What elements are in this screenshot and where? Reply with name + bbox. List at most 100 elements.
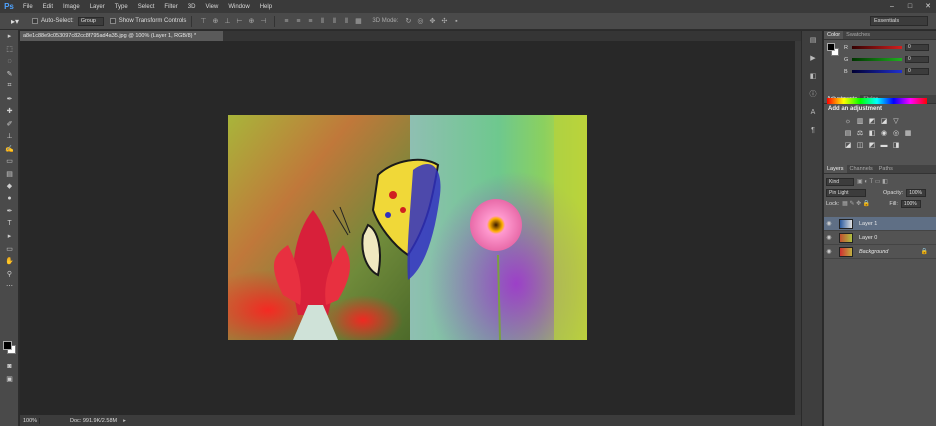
visibility-eye-icon[interactable]: ◉: [824, 248, 834, 255]
menu-help[interactable]: Help: [255, 4, 277, 10]
align-bottom-icon[interactable]: ⊥: [222, 17, 232, 26]
3d-slide-icon[interactable]: ✣: [439, 17, 449, 26]
auto-select-dropdown[interactable]: Group: [77, 16, 104, 26]
menu-file[interactable]: File: [18, 4, 38, 10]
fill-input[interactable]: 100%: [900, 199, 921, 208]
shape-tool-icon[interactable]: ▭: [0, 243, 19, 256]
close-button[interactable]: ✕: [924, 3, 932, 11]
workspace-dropdown[interactable]: Essentials: [870, 16, 928, 26]
maximize-button[interactable]: □: [906, 3, 914, 11]
layer-row[interactable]: ◉ Background 🔒: [824, 245, 936, 259]
exposure-icon[interactable]: ◪: [880, 118, 888, 126]
menu-edit[interactable]: Edit: [38, 4, 58, 10]
pen-tool-icon[interactable]: ✒: [0, 205, 19, 218]
brightness-icon[interactable]: ☼: [844, 118, 852, 126]
foreground-color-swatch[interactable]: [3, 341, 12, 350]
layer-filter-icons[interactable]: ▣ ◐ T ▭ ◧: [857, 178, 888, 185]
opacity-input[interactable]: 100%: [906, 188, 927, 197]
zoom-level[interactable]: 100%: [20, 417, 40, 424]
tab-layers[interactable]: Layers: [824, 165, 847, 173]
menu-layer[interactable]: Layer: [85, 4, 110, 10]
posterize-icon[interactable]: ◫: [856, 142, 864, 150]
3d-rotate-icon[interactable]: ↻: [403, 17, 413, 26]
menu-type[interactable]: Type: [110, 4, 133, 10]
quick-select-tool-icon[interactable]: ✎: [0, 68, 19, 81]
selective-color-icon[interactable]: ◨: [892, 142, 900, 150]
layer-row[interactable]: ◉ Layer 1: [824, 217, 936, 231]
3d-pan-icon[interactable]: ✥: [427, 17, 437, 26]
panel-foreground-color[interactable]: [827, 43, 835, 51]
tab-channels[interactable]: Channels: [847, 165, 876, 173]
lasso-tool-icon[interactable]: ◌: [0, 55, 19, 68]
visibility-eye-icon[interactable]: ◉: [824, 220, 834, 227]
crop-tool-icon[interactable]: ⌗: [0, 80, 19, 93]
align-left-icon[interactable]: ⊢: [234, 17, 244, 26]
lock-icons[interactable]: ▦ ✎ ✥ 🔒: [842, 200, 870, 207]
black-white-icon[interactable]: ◧: [868, 130, 876, 138]
menu-image[interactable]: Image: [58, 4, 85, 10]
type-tool-icon[interactable]: T: [0, 218, 19, 231]
paragraph-panel-icon[interactable]: ¶: [802, 121, 824, 139]
hand-tool-icon[interactable]: ✋: [0, 255, 19, 268]
threshold-icon[interactable]: ◩: [868, 142, 876, 150]
tab-swatches[interactable]: Swatches: [843, 31, 873, 39]
tab-paths[interactable]: Paths: [876, 165, 896, 173]
align-hcenter-icon[interactable]: ⊕: [246, 17, 256, 26]
menu-select[interactable]: Select: [133, 4, 160, 10]
zoom-tool-icon[interactable]: ⚲: [0, 268, 19, 281]
info-panel-icon[interactable]: ⓘ: [802, 85, 824, 103]
distribute-bottom-icon[interactable]: ≡: [305, 17, 315, 26]
levels-icon[interactable]: ▥: [856, 118, 864, 126]
eraser-tool-icon[interactable]: ▭: [0, 155, 19, 168]
move-tool-icon[interactable]: ▸: [0, 30, 19, 43]
3d-scale-icon[interactable]: ▪: [451, 17, 461, 26]
align-right-icon[interactable]: ⊣: [258, 17, 268, 26]
clone-stamp-tool-icon[interactable]: ⊥: [0, 130, 19, 143]
properties-panel-icon[interactable]: ◧: [802, 67, 824, 85]
green-value-input[interactable]: 0: [905, 56, 929, 63]
distribute-right-icon[interactable]: ⦀: [341, 17, 351, 26]
history-brush-tool-icon[interactable]: ✍: [0, 143, 19, 156]
menu-window[interactable]: Window: [223, 4, 254, 10]
minimize-button[interactable]: –: [888, 3, 896, 11]
character-panel-icon[interactable]: A: [802, 103, 824, 121]
distribute-vcenter-icon[interactable]: ≡: [293, 17, 303, 26]
menu-3d[interactable]: 3D: [183, 4, 201, 10]
brush-tool-icon[interactable]: ✐: [0, 118, 19, 131]
hue-saturation-icon[interactable]: ▤: [844, 130, 852, 138]
red-slider[interactable]: [852, 46, 902, 49]
document-tab[interactable]: a8e1c88e9c053097c82cc8f795ad4a35.jpg @ 1…: [20, 31, 223, 41]
blue-value-input[interactable]: 0: [905, 68, 929, 75]
channel-mixer-icon[interactable]: ◎: [892, 130, 900, 138]
menu-filter[interactable]: Filter: [159, 4, 182, 10]
document-image[interactable]: [228, 115, 587, 340]
3d-roll-icon[interactable]: ◎: [415, 17, 425, 26]
quick-mask-icon[interactable]: ◙: [0, 360, 19, 373]
layer-filter-dropdown[interactable]: Kind: [826, 177, 854, 186]
show-transform-checkbox[interactable]: [109, 18, 116, 24]
path-select-tool-icon[interactable]: ▸: [0, 230, 19, 243]
auto-align-icon[interactable]: ▦: [353, 17, 363, 26]
blur-tool-icon[interactable]: ◆: [0, 180, 19, 193]
gradient-map-icon[interactable]: ▬: [880, 142, 888, 150]
distribute-left-icon[interactable]: ⦀: [317, 17, 327, 26]
visibility-eye-icon[interactable]: ◉: [824, 234, 834, 241]
move-tool-preset-icon[interactable]: ▸▾: [4, 15, 26, 28]
vibrance-icon[interactable]: ▽: [892, 118, 900, 126]
blend-mode-dropdown[interactable]: Pin Light: [826, 188, 866, 197]
curves-icon[interactable]: ◩: [868, 118, 876, 126]
healing-brush-tool-icon[interactable]: ✚: [0, 105, 19, 118]
layer-row[interactable]: ◉ Layer 0: [824, 231, 936, 245]
photo-filter-icon[interactable]: ◉: [880, 130, 888, 138]
color-spectrum[interactable]: [827, 98, 927, 104]
red-value-input[interactable]: 0: [905, 44, 929, 51]
screen-mode-icon[interactable]: ▣: [0, 373, 19, 386]
invert-icon[interactable]: ◪: [844, 142, 852, 150]
eyedropper-tool-icon[interactable]: ✒: [0, 93, 19, 106]
actions-panel-icon[interactable]: ▶: [802, 49, 824, 67]
auto-select-checkbox[interactable]: [32, 18, 38, 24]
tab-color[interactable]: Color: [824, 31, 844, 39]
status-menu-arrow-icon[interactable]: ▸: [123, 418, 126, 424]
menu-view[interactable]: View: [200, 4, 223, 10]
distribute-top-icon[interactable]: ≡: [281, 17, 291, 26]
